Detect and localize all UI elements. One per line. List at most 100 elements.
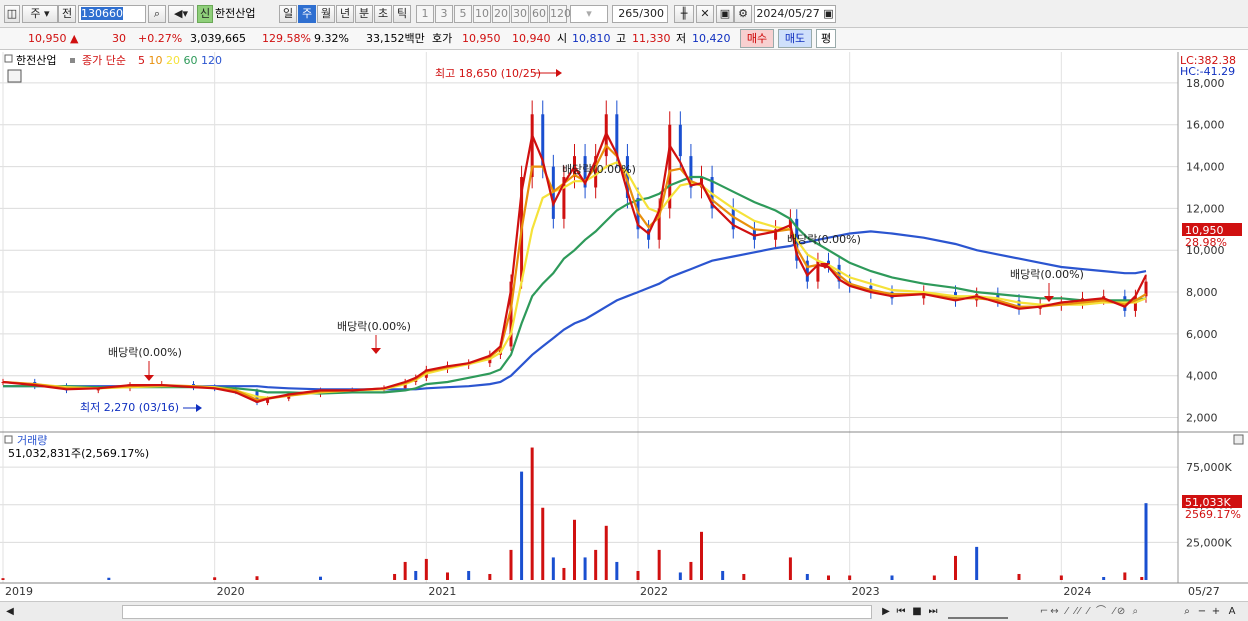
interval-button-10[interactable]: 10	[473, 5, 491, 23]
volume-bar	[520, 471, 524, 580]
volume-last-pct-tag: 2569.17%	[1185, 508, 1241, 521]
calculator-icon[interactable]	[7, 69, 22, 83]
volume-bar	[636, 570, 640, 580]
x-tick-label: 2019	[5, 585, 33, 598]
x-tick-label: 2021	[428, 585, 456, 598]
volume: 3,039,665	[190, 32, 246, 45]
x-end-label: 05/27	[1188, 585, 1220, 598]
period-select[interactable]: 주 ▾	[22, 5, 58, 23]
bar-count-total: /300	[639, 7, 664, 20]
bar-count-field[interactable]: 265/300	[612, 5, 668, 23]
stock-code-input[interactable]: 130660	[78, 5, 146, 23]
volume-bar	[848, 575, 852, 580]
ma-legend-20: 20	[163, 54, 181, 67]
price-tick-label: 18,000	[1186, 77, 1225, 90]
volume-close-icon[interactable]	[1233, 434, 1244, 445]
forward-icon[interactable]: ⏭	[926, 605, 940, 619]
buy-button[interactable]: 매수	[740, 29, 774, 48]
chart-layout-icon[interactable]: ◫	[4, 5, 20, 23]
zoom-out-icon[interactable]: −	[1196, 605, 1208, 619]
volume-bar	[509, 549, 513, 580]
period-button-4[interactable]: 분	[355, 5, 373, 23]
period-button-0[interactable]: 일	[279, 5, 297, 23]
hc-label: HC:-41.29	[1180, 65, 1235, 78]
sell-button[interactable]: 매도	[778, 29, 812, 48]
ma-legend-120: 120	[198, 54, 223, 67]
eval-button[interactable]: 평	[816, 29, 836, 48]
volume-bar	[1144, 503, 1148, 580]
search-zoom-icon[interactable]: ⌕	[1180, 605, 1194, 619]
speaker-icon[interactable]: ◀▾	[168, 5, 194, 23]
interval-button-20[interactable]: 20	[492, 5, 510, 23]
scroll-right-icon[interactable]: ▶	[880, 605, 892, 619]
ask-price: 10,950	[462, 32, 501, 45]
interval-button-3[interactable]: 3	[435, 5, 453, 23]
search-icon[interactable]: ⌕	[148, 5, 166, 23]
legend-series-prefix: 종가 단순	[82, 54, 126, 67]
price-tick-label: 8,000	[1186, 286, 1218, 299]
interval-button-120[interactable]: 120	[549, 5, 571, 23]
volume-bar	[689, 561, 693, 580]
candle-icon[interactable]: ╫	[674, 5, 694, 23]
volume-bar	[1, 578, 5, 580]
chart-scrollbar[interactable]: ◀ ▶ ⏮ ■ ⏭ ⌐↔ ⁄ ⁄⁄ ⁄ ⌒ ⁄⊘ ⌕ ⌕ − + A	[0, 601, 1248, 621]
volume-bar	[742, 573, 746, 580]
interval-button-5[interactable]: 5	[454, 5, 472, 23]
period-button-2[interactable]: 월	[317, 5, 335, 23]
crosshair-icon[interactable]: ✕	[696, 5, 714, 23]
zoom-slider[interactable]	[948, 605, 1008, 619]
period-button-3[interactable]: 년	[336, 5, 354, 23]
volume-bar	[1059, 575, 1063, 580]
zoom-in-icon[interactable]: +	[1210, 605, 1222, 619]
date-input[interactable]: 2024/05/27 ▣	[754, 5, 836, 23]
volume-bar	[530, 447, 534, 580]
volume-bar	[1123, 572, 1127, 580]
text-tool-icon[interactable]: A	[1224, 605, 1240, 619]
stop-icon[interactable]: ■	[910, 605, 924, 619]
ma-legend: 5 10 20 60 120	[138, 54, 222, 67]
scroll-thumb[interactable]	[122, 605, 872, 619]
volume-bar	[721, 570, 725, 580]
high-annotation: 최고 18,650 (10/25)	[435, 67, 541, 80]
volume-bar	[805, 573, 809, 580]
period-button-1[interactable]: 주	[298, 5, 316, 23]
scroll-left-icon[interactable]: ◀	[4, 605, 16, 619]
volume-tick-label: 75,000K	[1186, 461, 1232, 474]
gear-icon[interactable]: ⚙	[734, 5, 752, 23]
volume-bar	[573, 519, 576, 580]
low-price: 10,420	[692, 32, 731, 45]
credit-badge: 신	[197, 5, 213, 23]
rewind-icon[interactable]: ⏮	[894, 605, 908, 619]
volume-bar	[403, 561, 407, 580]
volume-tick-label: 25,000K	[1186, 536, 1232, 549]
period-button-5[interactable]: 초	[374, 5, 392, 23]
interval-button-60[interactable]: 60	[530, 5, 548, 23]
last-pct-tag: 28.98%	[1185, 236, 1227, 249]
x-tick-label: 2020	[217, 585, 245, 598]
ma-legend-60: 60	[180, 54, 198, 67]
volume-bar	[604, 525, 608, 580]
volume-title: 거래량	[17, 434, 47, 447]
interval-button-30[interactable]: 30	[511, 5, 529, 23]
drawing-tools-icon[interactable]: ⌐↔ ⁄ ⁄⁄ ⁄ ⌒ ⁄⊘ ⌕	[1010, 605, 1170, 619]
bid-price: 10,940	[512, 32, 551, 45]
price-change: 30	[112, 32, 126, 45]
volume-bar	[678, 572, 682, 580]
save-icon[interactable]: ▣	[716, 5, 734, 23]
volume-bar	[107, 577, 111, 580]
legend-bullet-icon	[70, 58, 75, 63]
period-button-6[interactable]: 틱	[393, 5, 411, 23]
interval-dropdown[interactable]: ▾	[570, 5, 608, 23]
volume-bar	[255, 576, 259, 580]
low-annotation: 최저 2,270 (03/16)	[80, 401, 179, 414]
price-tick-label: 12,000	[1186, 202, 1225, 215]
prefix-button[interactable]: 전	[58, 5, 76, 23]
date-value: 2024/05/27	[756, 7, 820, 20]
open-label: 시	[557, 32, 568, 45]
price-tick-label: 14,000	[1186, 161, 1225, 174]
dividend-annotation-2020: 배당락(0.00%)	[337, 320, 411, 333]
volume-bar	[1140, 576, 1144, 580]
current-price-value: 10,950	[28, 32, 67, 45]
price-volume-chart[interactable]: 2,0004,0006,0008,00010,00012,00014,00016…	[0, 52, 1248, 601]
interval-button-1[interactable]: 1	[416, 5, 434, 23]
